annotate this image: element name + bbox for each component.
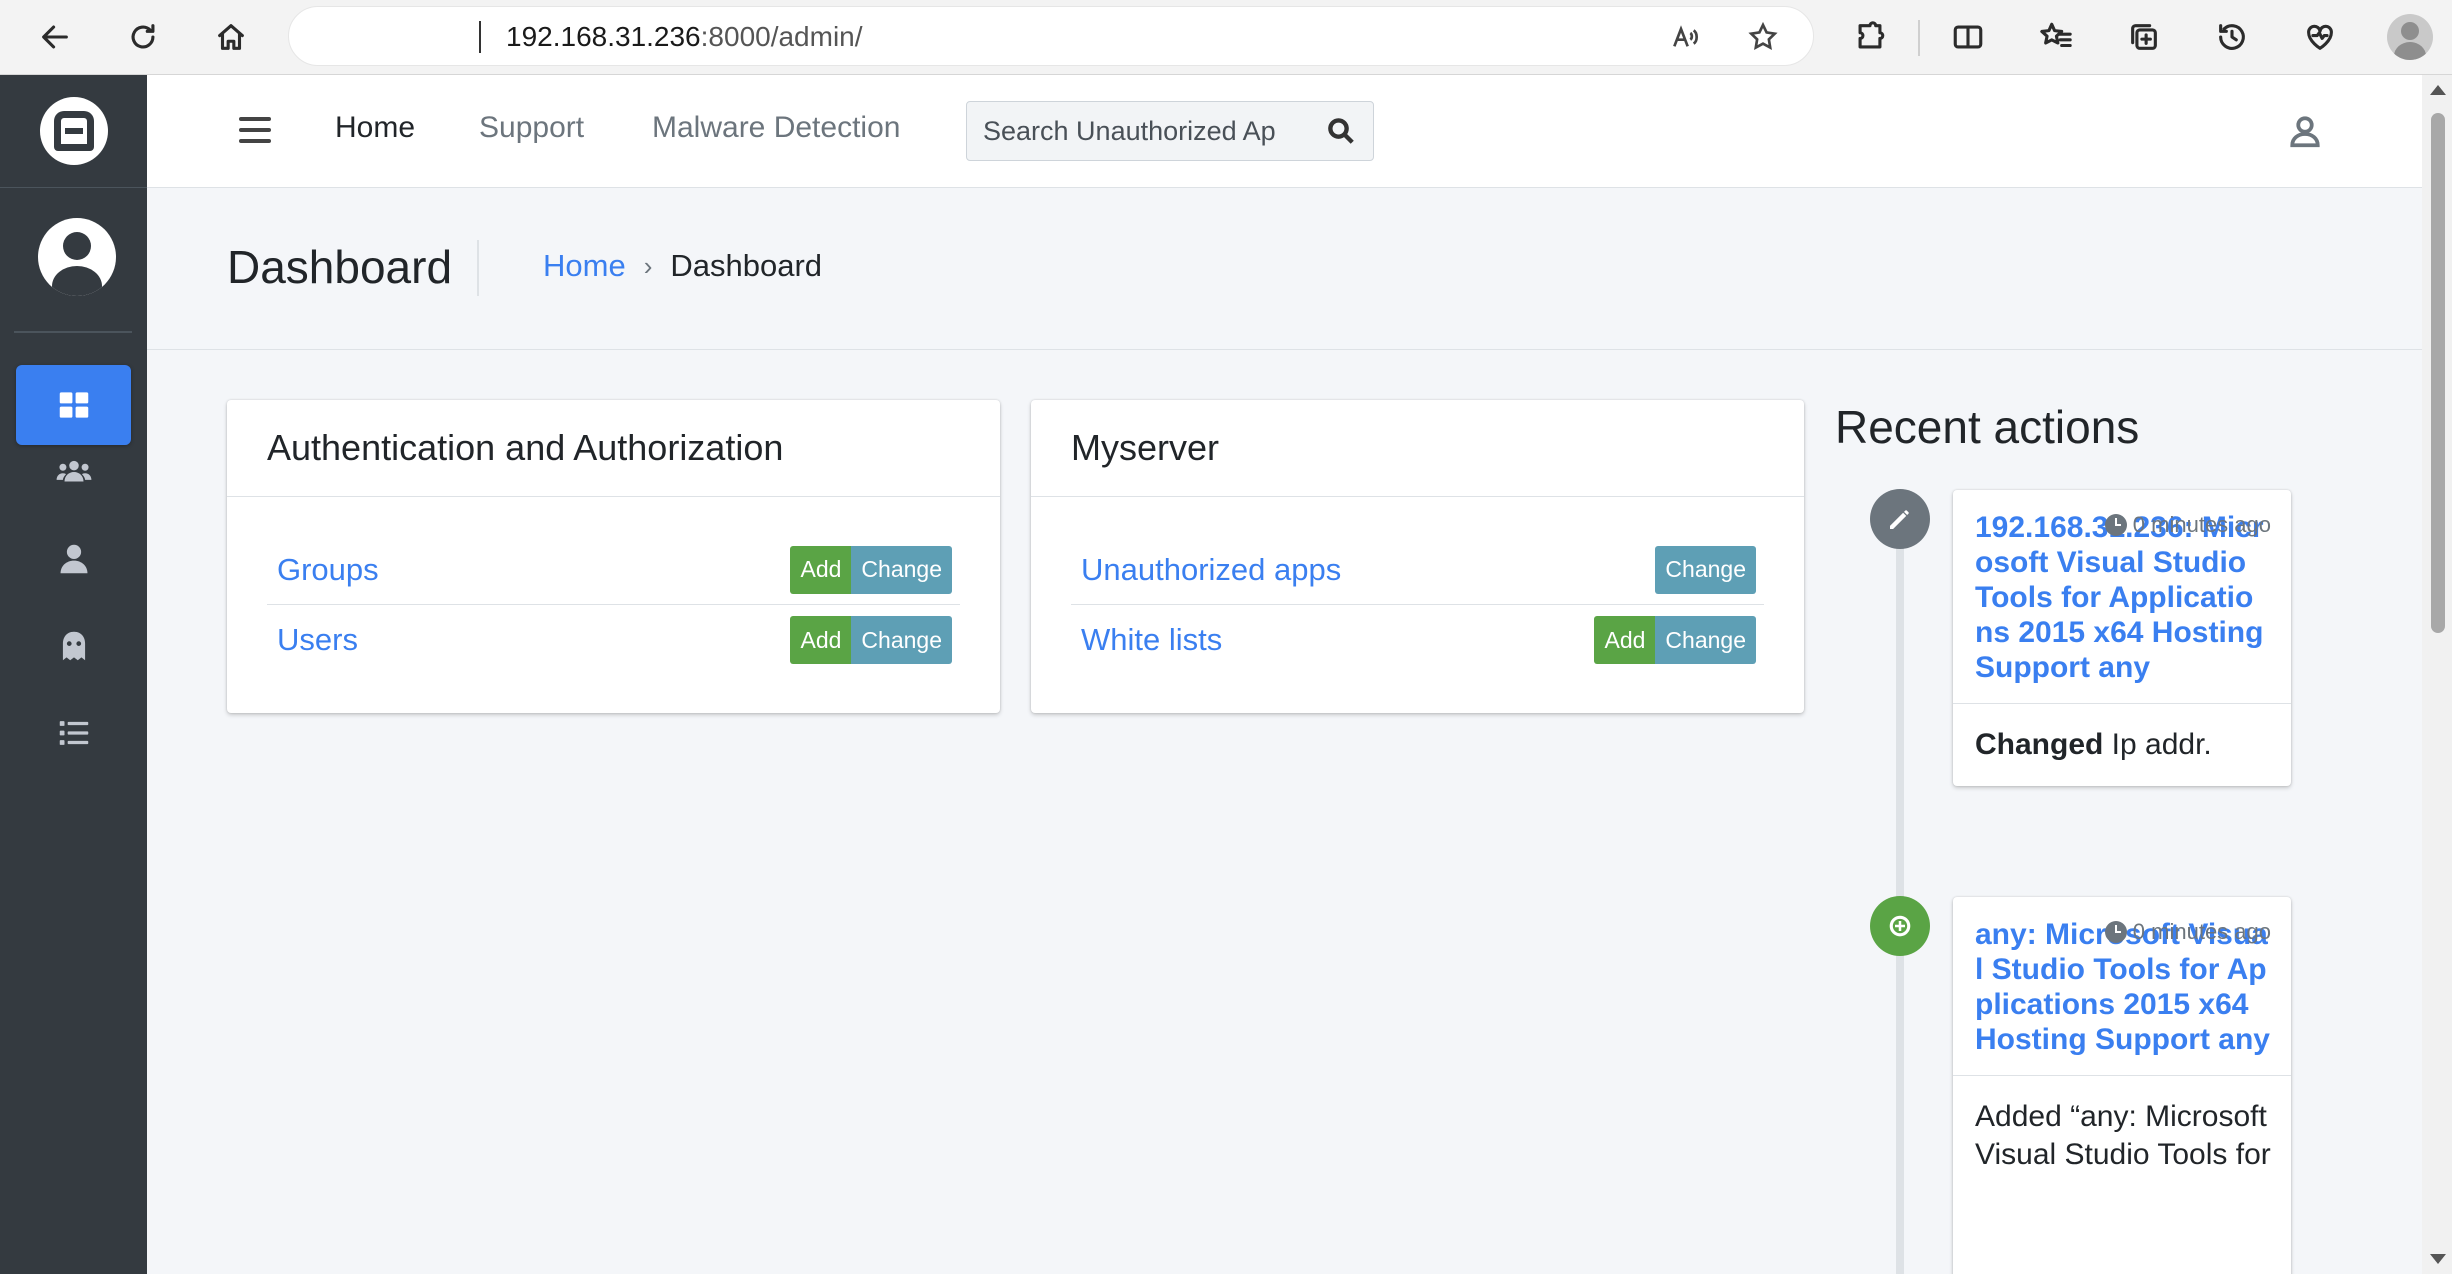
- model-link-unauthorized-apps[interactable]: Unauthorized apps: [1081, 552, 1341, 588]
- model-actions: Change: [1655, 545, 1756, 594]
- user-icon: [60, 544, 87, 574]
- recent-action-body: Changed Ip addr.: [1953, 704, 2291, 786]
- scroll-thumb[interactable]: [2431, 113, 2445, 633]
- model-link-white-lists[interactable]: White lists: [1081, 622, 1222, 658]
- title-divider: [477, 240, 479, 296]
- split-screen-icon[interactable]: [1943, 12, 1993, 62]
- recent-action-header: 0 minutes ago any: Microsoft Visual Stud…: [1953, 897, 2291, 1076]
- model-row-unauthorized-apps: Unauthorized apps Change: [1071, 535, 1764, 605]
- action-verb: Changed: [1975, 728, 2104, 761]
- user-menu-icon[interactable]: [2287, 113, 2323, 149]
- clock-icon: [2104, 921, 2127, 943]
- recent-action-body: Added “any: Microsoft Visual Studio Tool…: [1953, 1076, 2291, 1196]
- content-header: Dashboard Home › Dashboard: [147, 188, 2422, 350]
- model-row-groups: Groups Add Change: [267, 535, 960, 605]
- scroll-down-arrow[interactable]: [2430, 1254, 2446, 1264]
- dashboard-grid-icon: [59, 392, 88, 418]
- address-bar[interactable]: 192.168.31.236:8000/admin/: [288, 6, 1814, 66]
- model-link-groups[interactable]: Groups: [277, 552, 379, 588]
- search-input[interactable]: [967, 102, 1307, 160]
- page-scrollbar[interactable]: [2422, 75, 2452, 1274]
- menu-toggle-icon[interactable]: [239, 117, 271, 143]
- history-icon[interactable]: [2207, 12, 2257, 62]
- add-circle-icon: [1870, 896, 1930, 956]
- url-host: 192.168.31.236: [506, 21, 701, 52]
- users-group-icon: [56, 460, 91, 482]
- timeline-line: [1896, 500, 1904, 1274]
- back-icon[interactable]: [30, 12, 80, 62]
- card-title[interactable]: Myserver: [1071, 427, 1219, 469]
- sidebar-divider: [14, 331, 132, 333]
- brand[interactable]: [0, 75, 147, 188]
- recent-actions-title: Recent actions: [1835, 401, 2140, 453]
- page-title: Dashboard: [227, 241, 453, 293]
- nav-link-support[interactable]: Support: [479, 111, 584, 145]
- favorites-list-icon[interactable]: [2031, 12, 2081, 62]
- action-detail: Ip addr.: [2103, 728, 2212, 761]
- sidebar: [0, 75, 147, 1274]
- browser-toolbar: 192.168.31.236:8000/admin/: [0, 0, 2452, 75]
- card-title[interactable]: Authentication and Authorization: [267, 427, 783, 469]
- favorite-star-icon[interactable]: [1741, 15, 1785, 59]
- card-header: Authentication and Authorization: [227, 400, 1000, 497]
- recent-action-item: 0 minutes ago any: Microsoft Visual Stud…: [1953, 897, 2291, 1274]
- app-card-auth: Authentication and Authorization Groups …: [227, 400, 1000, 713]
- user-panel: [0, 188, 147, 333]
- collections-icon[interactable]: [2119, 12, 2169, 62]
- search-icon: [1328, 118, 1354, 144]
- navbar-search: [966, 101, 1374, 161]
- app-card-myserver: Myserver Unauthorized apps Change White …: [1031, 400, 1804, 713]
- read-aloud-icon[interactable]: [1663, 15, 1707, 59]
- edit-icon: [1870, 489, 1930, 549]
- browser-profile-avatar[interactable]: [2387, 14, 2433, 60]
- sidebar-item-users[interactable]: [16, 519, 131, 599]
- time-text: 0 minutes ago: [2132, 919, 2271, 944]
- add-groups-button[interactable]: Add: [790, 545, 852, 594]
- avatar[interactable]: [38, 218, 116, 296]
- toolbar-divider: [1918, 20, 1920, 56]
- change-users-button[interactable]: Change: [851, 616, 952, 664]
- recent-action-time: 0 minutes ago: [2104, 512, 2271, 538]
- breadcrumb: Home › Dashboard: [543, 248, 822, 284]
- add-white-lists-button[interactable]: Add: [1594, 616, 1656, 664]
- browser-essentials-icon[interactable]: [2295, 12, 2345, 62]
- change-unauthorized-apps-button[interactable]: Change: [1655, 545, 1756, 594]
- time-text: 0 minutes ago: [2132, 512, 2271, 537]
- clock-icon: [2104, 514, 2127, 536]
- scroll-up-arrow[interactable]: [2430, 85, 2446, 95]
- breadcrumb-separator: ›: [643, 250, 653, 281]
- text-cursor: [479, 21, 481, 53]
- extensions-icon[interactable]: [1845, 12, 1895, 62]
- url-path: :8000/admin/: [700, 21, 863, 52]
- home-icon[interactable]: [206, 12, 256, 62]
- url-text[interactable]: 192.168.31.236:8000/admin/: [506, 21, 863, 53]
- nav-link-malware-detection[interactable]: Malware Detection: [652, 111, 900, 145]
- change-white-lists-button[interactable]: Change: [1655, 616, 1756, 664]
- model-actions: Add Change: [1594, 616, 1756, 664]
- ghost-icon: [62, 631, 85, 661]
- model-link-users[interactable]: Users: [277, 622, 358, 658]
- refresh-icon[interactable]: [118, 12, 168, 62]
- list-icon: [59, 721, 88, 745]
- sidebar-item-unauthorized-apps[interactable]: [16, 606, 131, 686]
- sidebar-item-groups[interactable]: [16, 432, 131, 512]
- top-navbar: Home Support Malware Detection: [147, 75, 2422, 188]
- breadcrumb-home[interactable]: Home: [543, 248, 626, 284]
- recent-action-time: 0 minutes ago: [2104, 919, 2271, 945]
- model-row-white-lists: White lists Add Change: [1071, 605, 1764, 675]
- recent-action-header: 0 minutes ago 192.168.31.236: Microsoft …: [1953, 490, 2291, 704]
- search-button[interactable]: [1309, 102, 1373, 160]
- model-actions: Add Change: [790, 616, 952, 664]
- change-groups-button[interactable]: Change: [851, 545, 952, 594]
- model-row-users: Users Add Change: [267, 605, 960, 675]
- brand-logo[interactable]: [40, 97, 108, 165]
- model-actions: Add Change: [790, 545, 952, 594]
- card-header: Myserver: [1031, 400, 1804, 497]
- action-detail: Added “any: Microsoft Visual Studio Tool…: [1975, 1100, 2271, 1171]
- add-users-button[interactable]: Add: [790, 616, 852, 664]
- breadcrumb-current: Dashboard: [670, 248, 823, 283]
- nav-link-home[interactable]: Home: [335, 111, 415, 145]
- recent-action-item: 0 minutes ago 192.168.31.236: Microsoft …: [1953, 490, 2291, 786]
- sidebar-item-white-lists[interactable]: [16, 693, 131, 773]
